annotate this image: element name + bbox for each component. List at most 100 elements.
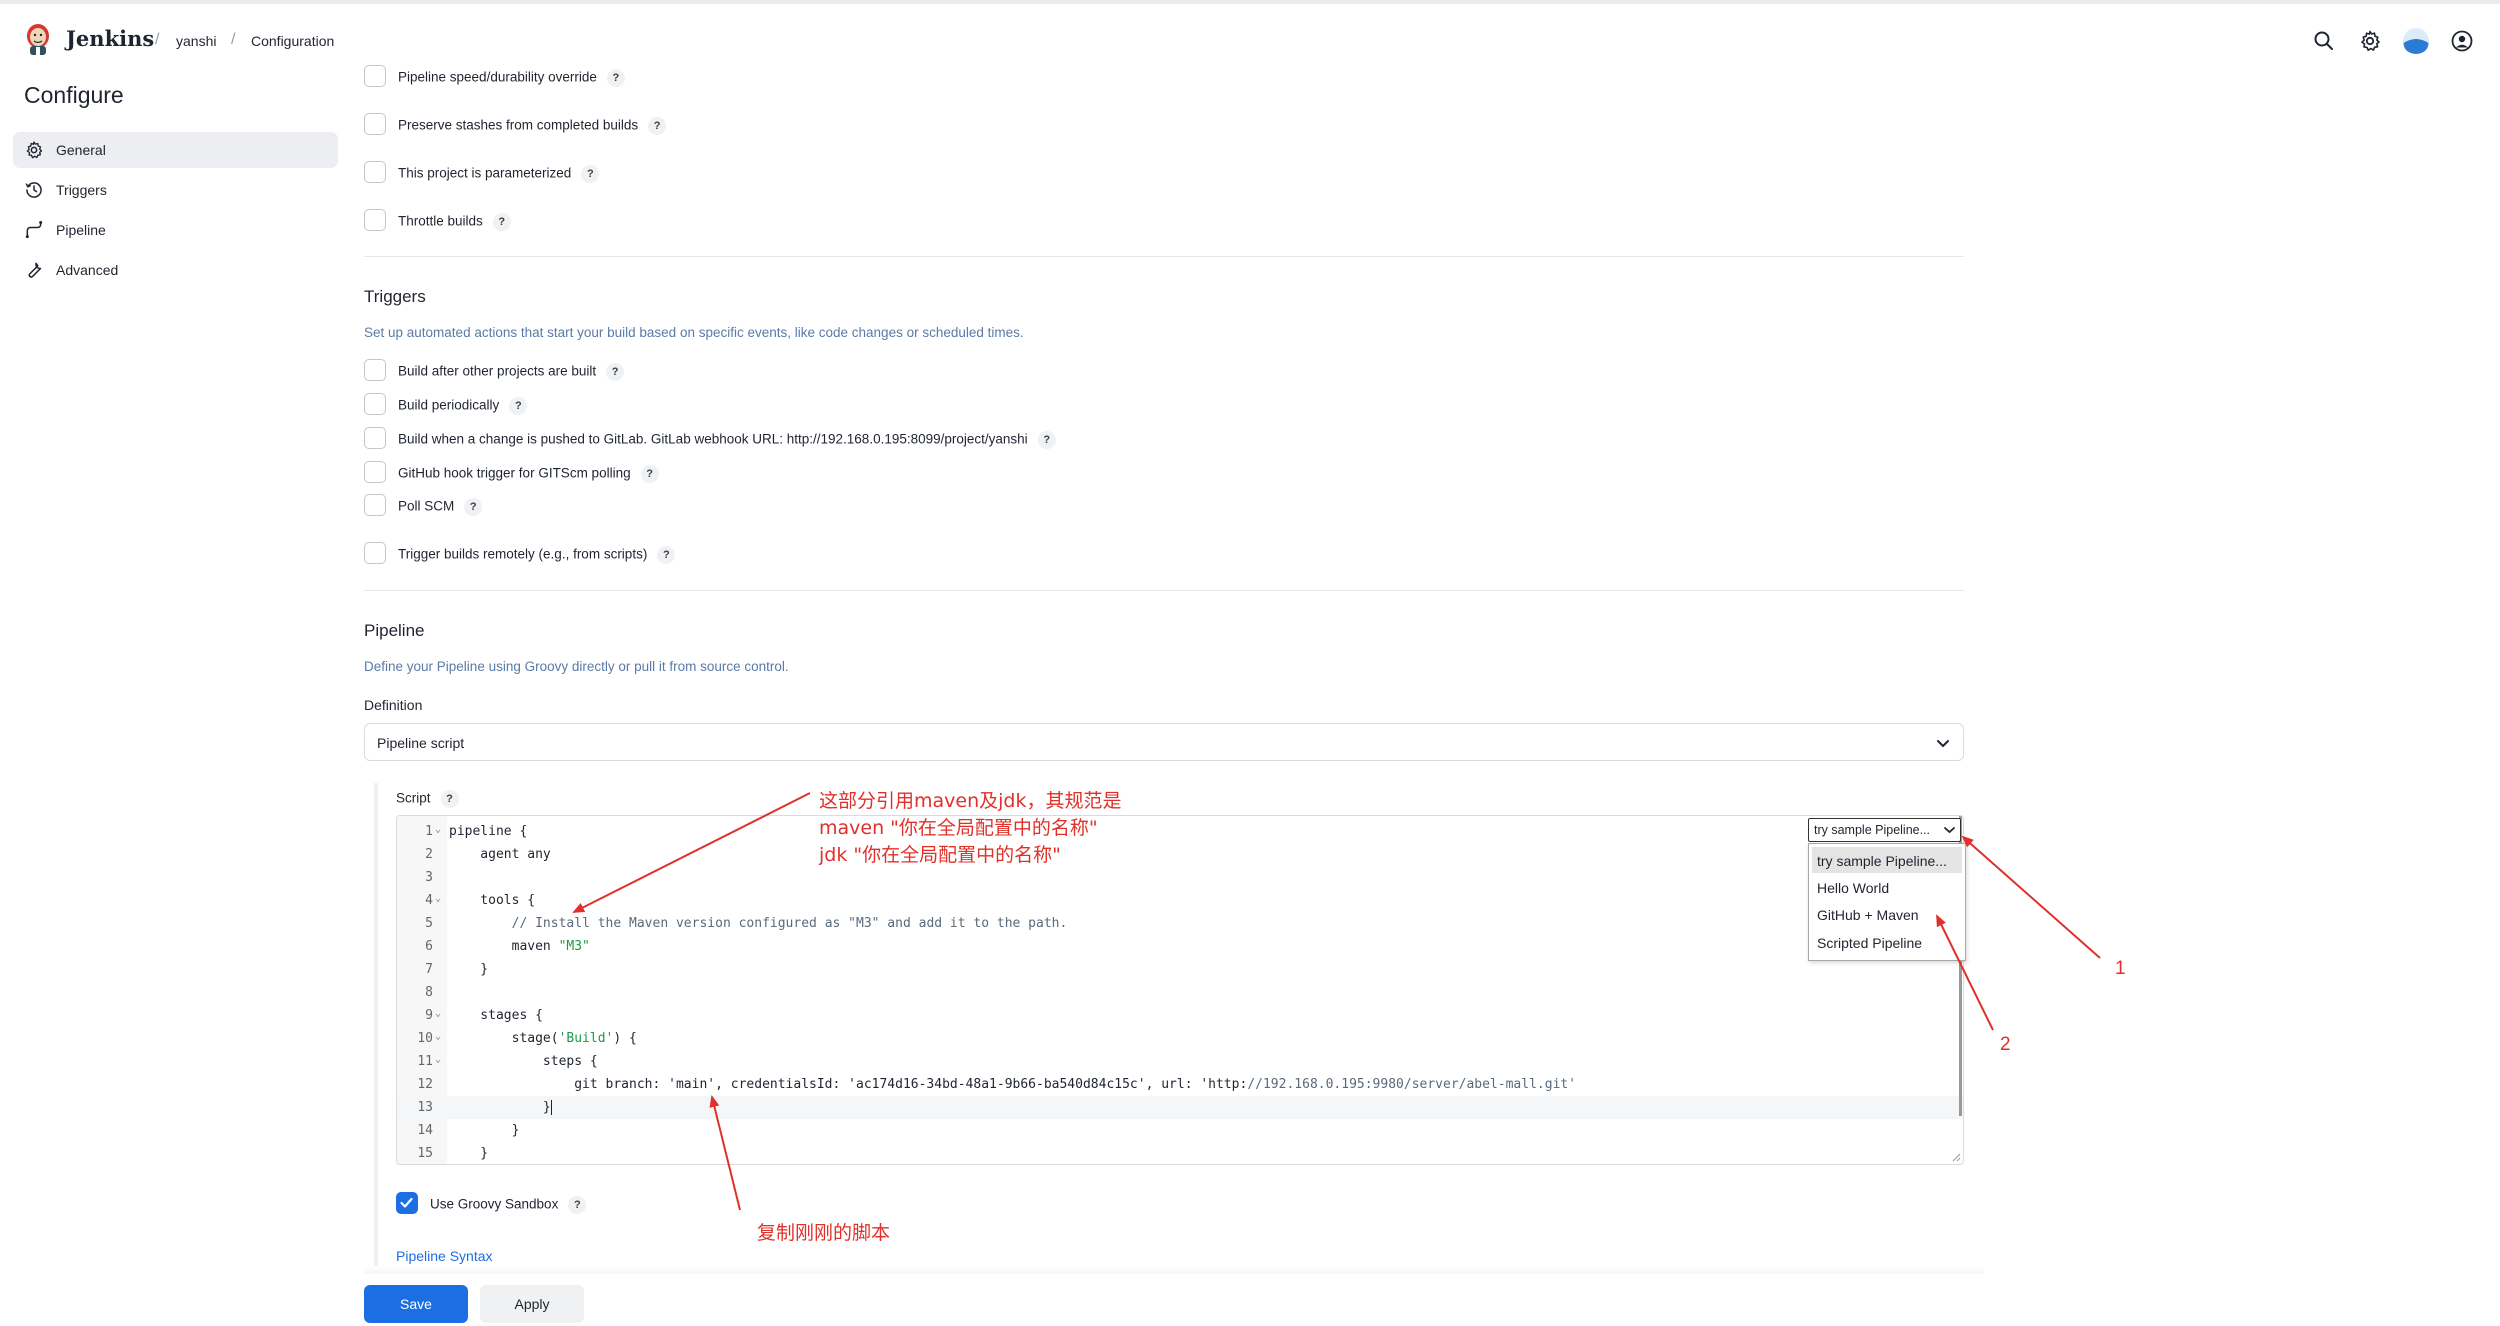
jenkins-logo-icon[interactable] bbox=[22, 22, 54, 56]
dropdown-option-hello-world[interactable]: Hello World bbox=[1812, 874, 1962, 900]
dropdown-option-try-sample[interactable]: try sample Pipeline... bbox=[1812, 847, 1962, 873]
code-text: } bbox=[449, 1123, 520, 1138]
checkbox[interactable] bbox=[364, 393, 386, 415]
checkbox[interactable] bbox=[364, 65, 386, 87]
breadcrumb-item-project[interactable]: yanshi bbox=[176, 33, 216, 49]
code-text: } bbox=[449, 962, 489, 977]
help-icon[interactable]: ? bbox=[1037, 431, 1056, 449]
sidebar-item-pipeline[interactable]: Pipeline bbox=[13, 212, 338, 248]
apply-button[interactable]: Apply bbox=[480, 1285, 584, 1323]
sample-pipeline-select[interactable]: try sample Pipeline... bbox=[1808, 818, 1961, 842]
dropdown-option-scripted-pipeline[interactable]: Scripted Pipeline bbox=[1812, 929, 1962, 955]
help-icon[interactable]: ? bbox=[640, 465, 659, 483]
dropdown-option-github-maven[interactable]: GitHub + Maven bbox=[1812, 901, 1962, 927]
option-label: Build after other projects are built bbox=[398, 363, 597, 379]
code-line[interactable]: 1 ⌄ pipeline { bbox=[397, 820, 1963, 843]
section-divider bbox=[364, 256, 1964, 257]
code-line[interactable]: 6 maven "M3" bbox=[397, 935, 1963, 958]
annotation-tools-note-line2: maven "你在全局配置中的名称" bbox=[819, 817, 1098, 839]
sidebar-item-label: Triggers bbox=[56, 182, 107, 198]
sidebar-item-label: Pipeline bbox=[56, 222, 106, 238]
help-icon[interactable]: ? bbox=[648, 117, 667, 135]
help-icon[interactable]: ? bbox=[509, 397, 528, 415]
line-number: 12 bbox=[417, 1077, 433, 1092]
fold-toggle-icon[interactable]: ⌄ bbox=[435, 1008, 441, 1019]
weather-icon[interactable] bbox=[2402, 27, 2430, 55]
code-line[interactable]: 11 ⌄ steps { bbox=[397, 1050, 1963, 1073]
bottom-bar-shadow bbox=[364, 1266, 1984, 1274]
help-icon[interactable]: ? bbox=[492, 213, 511, 231]
code-text: steps { bbox=[449, 1054, 598, 1069]
definition-select[interactable]: Pipeline script bbox=[364, 723, 1964, 761]
sidebar-item-triggers[interactable]: Triggers bbox=[13, 172, 338, 208]
option-label: This project is parameterized bbox=[398, 165, 572, 181]
code-line[interactable]: 8 bbox=[397, 981, 1963, 1004]
checkbox-checked[interactable] bbox=[396, 1192, 418, 1214]
save-button[interactable]: Save bbox=[364, 1285, 468, 1323]
help-icon[interactable]: ? bbox=[657, 546, 676, 564]
script-editor[interactable]: 1 ⌄ pipeline {2 agent any 3 4 ⌄ tools {5 // I… bbox=[396, 815, 1964, 1165]
code-line[interactable]: 7 } bbox=[397, 958, 1963, 981]
triggers-section-description: Set up automated actions that start your… bbox=[364, 325, 1024, 340]
code-line[interactable]: 14 } bbox=[397, 1119, 1963, 1142]
search-icon[interactable] bbox=[2312, 29, 2336, 53]
option-label: Build when a change is pushed to GitLab.… bbox=[398, 431, 1028, 447]
line-number: 5 bbox=[425, 916, 433, 931]
checkbox[interactable] bbox=[364, 209, 386, 231]
checkbox[interactable] bbox=[364, 494, 386, 516]
code-line[interactable]: 12 git branch: 'main', credentialsId: 'a… bbox=[397, 1073, 1963, 1096]
sidebar-item-label: General bbox=[56, 142, 106, 158]
code-line[interactable]: 3 bbox=[397, 866, 1963, 889]
help-icon[interactable]: ? bbox=[606, 69, 625, 87]
definition-label: Definition bbox=[364, 697, 423, 713]
option-label: Use Groovy Sandbox bbox=[430, 1196, 559, 1212]
code-line[interactable]: 4 ⌄ tools { bbox=[397, 889, 1963, 912]
resize-handle-icon[interactable] bbox=[1952, 1153, 1961, 1162]
user-icon[interactable] bbox=[2450, 29, 2474, 53]
help-icon[interactable]: ? bbox=[440, 790, 459, 808]
fold-toggle-icon[interactable]: ⌄ bbox=[435, 824, 441, 835]
brand-name[interactable]: Jenkins bbox=[66, 26, 154, 51]
help-icon[interactable]: ? bbox=[606, 363, 625, 381]
gear-icon[interactable] bbox=[2358, 29, 2382, 53]
help-icon[interactable]: ? bbox=[581, 165, 600, 183]
checkbox[interactable] bbox=[364, 427, 386, 449]
line-number: 11 bbox=[417, 1054, 433, 1069]
option-label: Preserve stashes from completed builds bbox=[398, 117, 639, 133]
line-number: 15 bbox=[417, 1146, 433, 1161]
checkbox[interactable] bbox=[364, 542, 386, 564]
sidebar-item-general[interactable]: General bbox=[13, 132, 338, 168]
help-icon[interactable]: ? bbox=[464, 498, 483, 516]
code-text: maven "M3" bbox=[449, 939, 590, 954]
fold-toggle-icon[interactable]: ⌄ bbox=[435, 1031, 441, 1042]
code-line[interactable]: 5 // Install the Maven version configure… bbox=[397, 912, 1963, 935]
pipeline-syntax-link[interactable]: Pipeline Syntax bbox=[396, 1248, 493, 1264]
triggers-section-title: Triggers bbox=[364, 287, 426, 306]
checkbox[interactable] bbox=[364, 359, 386, 381]
option-label: Poll SCM bbox=[398, 498, 455, 514]
definition-value: Pipeline script bbox=[377, 735, 465, 751]
code-line[interactable]: 10 ⌄ stage('Build') { bbox=[397, 1027, 1963, 1050]
pipeline-section-title: Pipeline bbox=[364, 621, 425, 640]
sample-pipeline-dropdown: try sample Pipeline... Hello World GitHu… bbox=[1808, 843, 1966, 961]
section-divider bbox=[364, 590, 1964, 591]
checkbox[interactable] bbox=[364, 461, 386, 483]
line-number: 2 bbox=[425, 847, 433, 862]
code-line[interactable]: 9 ⌄ stages { bbox=[397, 1004, 1963, 1027]
sidebar-item-label: Advanced bbox=[56, 262, 119, 278]
code-text: tools { bbox=[449, 893, 536, 908]
code-line[interactable]: 15 } bbox=[397, 1142, 1963, 1164]
help-icon[interactable]: ? bbox=[568, 1196, 587, 1214]
fold-toggle-icon[interactable]: ⌄ bbox=[435, 1054, 441, 1065]
code-line[interactable]: 2 agent any bbox=[397, 843, 1963, 866]
fold-toggle-icon[interactable]: ⌄ bbox=[435, 893, 441, 904]
annotation-arrow-1 bbox=[1961, 835, 2101, 959]
code-line[interactable]: 13 } bbox=[397, 1096, 1963, 1119]
breadcrumb-item-configuration[interactable]: Configuration bbox=[251, 33, 334, 49]
checkbox[interactable] bbox=[364, 113, 386, 135]
wrench-icon bbox=[28, 262, 42, 278]
checkbox[interactable] bbox=[364, 161, 386, 183]
line-number: 13 bbox=[417, 1100, 433, 1115]
sidebar-item-advanced[interactable]: Advanced bbox=[13, 252, 338, 288]
annotation-tools-note-line3: jdk "你在全局配置中的名称" bbox=[819, 844, 1061, 866]
